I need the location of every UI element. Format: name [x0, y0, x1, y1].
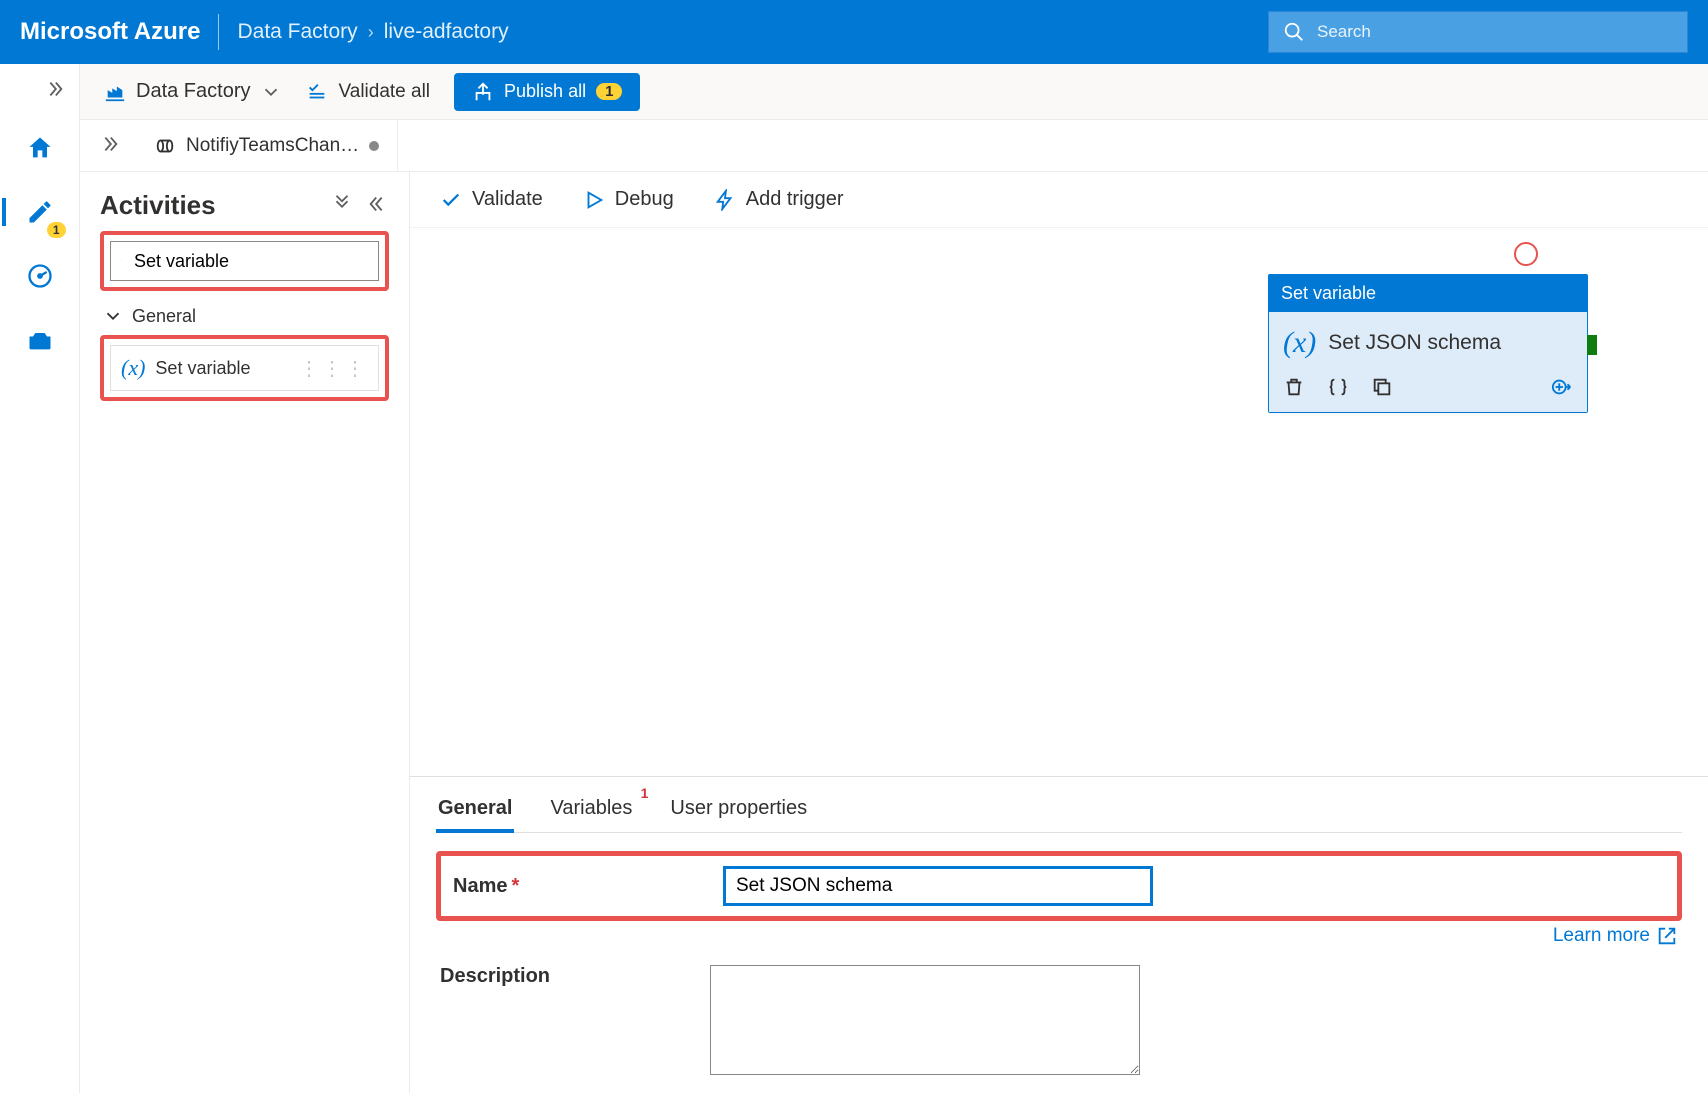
tab-variables-error-count: 1	[641, 785, 649, 801]
canvas-toolbar: Validate Debug Add trigger	[410, 172, 1708, 228]
activity-item-set-variable[interactable]: (x) Set variable ⋮⋮⋮	[110, 345, 379, 391]
lightning-icon	[714, 189, 736, 211]
properties-tabs: General Variables 1 User properties	[436, 777, 1682, 833]
highlight-activity-item: (x) Set variable ⋮⋮⋮	[100, 335, 389, 401]
properties-panel: General Variables 1 User properties Name…	[410, 776, 1708, 1093]
node-type-label: Set variable	[1269, 275, 1587, 312]
highlight-search	[100, 231, 389, 291]
divider	[218, 14, 219, 50]
activity-item-label: Set variable	[155, 358, 250, 379]
author-badge: 1	[47, 222, 66, 238]
toolbox-icon	[26, 326, 54, 354]
breadcrumb: Data Factory › live-adfactory	[237, 20, 508, 44]
highlight-name-row: Name*	[436, 851, 1682, 921]
pencil-icon	[26, 198, 54, 226]
activity-node-set-variable[interactable]: Set variable (x) Set JSON schema	[1268, 274, 1588, 413]
add-output-button[interactable]	[1551, 376, 1573, 402]
activities-panel: Activities General (x)	[80, 172, 410, 1093]
tab-variables-label: Variables	[550, 797, 632, 819]
name-label: Name*	[453, 875, 693, 898]
description-label: Description	[440, 965, 680, 988]
tab-general[interactable]: General	[436, 785, 514, 832]
tab-variables[interactable]: Variables 1	[548, 785, 634, 832]
brand-logo[interactable]: Microsoft Azure	[20, 18, 200, 46]
node-name: Set JSON schema	[1328, 331, 1501, 355]
upload-icon	[472, 81, 494, 103]
home-icon	[26, 134, 54, 162]
factory-icon	[104, 81, 126, 103]
add-trigger-button[interactable]: Add trigger	[714, 188, 844, 211]
azure-top-bar: Microsoft Azure Data Factory › live-adfa…	[0, 0, 1708, 64]
document-tab[interactable]: NotifiyTeamsChan…	[136, 120, 398, 171]
trash-icon	[1283, 376, 1305, 398]
name-input[interactable]	[723, 866, 1153, 906]
validate-all-label: Validate all	[338, 81, 430, 103]
validate-all-button[interactable]: Validate all	[306, 81, 430, 103]
learn-more-label: Learn more	[1553, 925, 1650, 947]
hide-panel-icon[interactable]	[367, 193, 389, 219]
success-output-handle[interactable]	[1587, 335, 1597, 355]
publish-count-badge: 1	[596, 83, 622, 100]
global-search-input[interactable]	[1315, 21, 1673, 43]
rail-author[interactable]: 1	[20, 192, 60, 232]
document-tabstrip: NotifiyTeamsChan…	[80, 120, 1708, 172]
required-indicator: *	[511, 875, 519, 897]
add-arrow-icon	[1551, 376, 1573, 398]
learn-more-link[interactable]: Learn more	[1553, 925, 1678, 947]
external-link-icon	[1656, 925, 1678, 947]
pipeline-canvas[interactable]: Set variable (x) Set JSON schema	[410, 228, 1708, 776]
variable-icon: (x)	[1283, 326, 1316, 360]
publish-all-label: Publish all	[504, 81, 586, 102]
pipeline-icon	[154, 135, 176, 157]
rail-manage[interactable]	[20, 320, 60, 360]
variable-icon: (x)	[121, 355, 145, 381]
copy-icon	[1371, 376, 1393, 398]
search-icon	[1283, 21, 1305, 43]
authoring-toolbar: Data Factory Validate all Publish all 1	[80, 64, 1708, 120]
breadcrumb-resource[interactable]: live-adfactory	[384, 20, 509, 44]
gauge-icon	[26, 262, 54, 290]
activities-group-label: General	[132, 306, 196, 327]
expand-panel-icon[interactable]	[88, 133, 130, 159]
check-icon	[440, 189, 462, 211]
add-trigger-label: Add trigger	[746, 188, 844, 211]
rail-monitor[interactable]	[20, 256, 60, 296]
activities-search-input[interactable]	[132, 250, 368, 273]
search-icon	[121, 250, 122, 272]
debug-button[interactable]: Debug	[583, 188, 674, 211]
collapse-all-icon[interactable]	[331, 193, 353, 219]
debug-label: Debug	[615, 188, 674, 211]
play-icon	[583, 189, 605, 211]
expand-rail-icon[interactable]	[43, 78, 65, 104]
activities-group-general[interactable]: General	[100, 299, 389, 335]
validate-label: Validate	[472, 188, 543, 211]
factory-label: Data Factory	[136, 80, 250, 103]
breadcrumb-service[interactable]: Data Factory	[237, 20, 357, 44]
left-rail: 1	[0, 64, 80, 1093]
chevron-right-icon: ›	[368, 22, 374, 43]
tab-user-properties[interactable]: User properties	[668, 785, 809, 832]
name-label-text: Name	[453, 875, 507, 897]
publish-all-button[interactable]: Publish all 1	[454, 73, 640, 111]
description-row: Description	[436, 947, 1682, 1093]
activities-title: Activities	[100, 190, 317, 221]
annotation-circle	[1514, 242, 1538, 266]
delete-node-button[interactable]	[1283, 376, 1305, 402]
factory-dropdown[interactable]: Data Factory	[104, 80, 282, 103]
checklist-icon	[306, 81, 328, 103]
braces-icon	[1327, 376, 1349, 398]
description-input[interactable]	[710, 965, 1140, 1075]
clone-node-button[interactable]	[1371, 376, 1393, 402]
view-code-button[interactable]	[1327, 376, 1349, 402]
chevron-down-icon	[260, 81, 282, 103]
global-search[interactable]	[1268, 11, 1688, 53]
chevron-down-icon	[102, 305, 124, 327]
rail-home[interactable]	[20, 128, 60, 168]
validate-button[interactable]: Validate	[440, 188, 543, 211]
dirty-indicator-icon	[369, 141, 379, 151]
activities-search[interactable]	[110, 241, 379, 281]
document-tab-title: NotifiyTeamsChan…	[186, 135, 359, 157]
drag-handle-icon[interactable]: ⋮⋮⋮	[299, 356, 368, 381]
